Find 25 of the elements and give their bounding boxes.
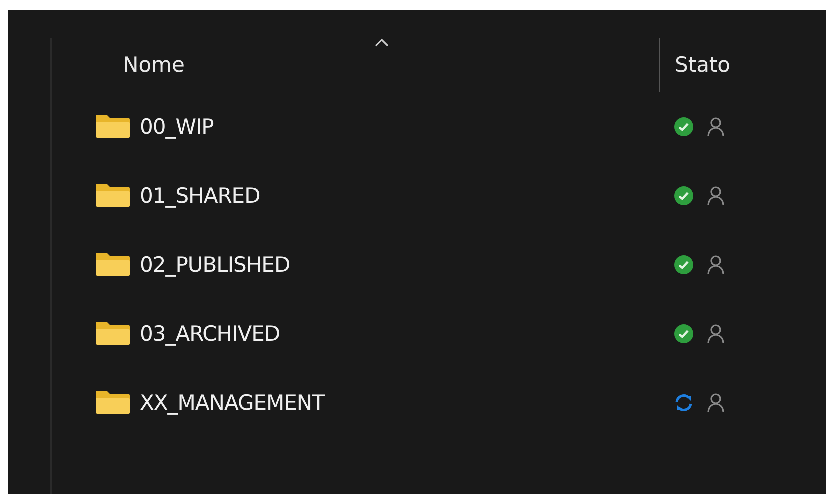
column-header[interactable]: Stato	[660, 38, 780, 92]
sync-icon	[674, 392, 694, 412]
folder-icon	[95, 390, 131, 415]
sort-caret-icon	[375, 38, 389, 47]
folder-icon	[95, 252, 131, 277]
folder-icon	[95, 114, 131, 139]
person-icon	[707, 254, 725, 274]
folder-icon	[95, 321, 131, 346]
folder-name[interactable]: 02_PUBLISHED	[140, 252, 290, 276]
column-label: Stato	[675, 53, 731, 77]
check-circle-icon	[674, 254, 694, 274]
folder-name[interactable]: XX_MANAGEMENT	[140, 390, 324, 414]
column-header[interactable]: Nome	[52, 38, 660, 92]
person-icon	[707, 324, 725, 344]
folder-name[interactable]: 00_WIP	[140, 114, 214, 138]
check-circle-icon	[674, 186, 694, 206]
person-icon	[707, 392, 725, 412]
folder-name[interactable]: 03_ARCHIVED	[140, 322, 280, 346]
check-circle-icon	[674, 116, 694, 136]
column-label: Nome	[123, 53, 185, 77]
person-icon	[707, 186, 725, 206]
person-icon	[707, 116, 725, 136]
folder-name[interactable]: 01_SHARED	[140, 184, 260, 208]
check-circle-icon	[674, 324, 694, 344]
folder-icon	[95, 183, 131, 208]
